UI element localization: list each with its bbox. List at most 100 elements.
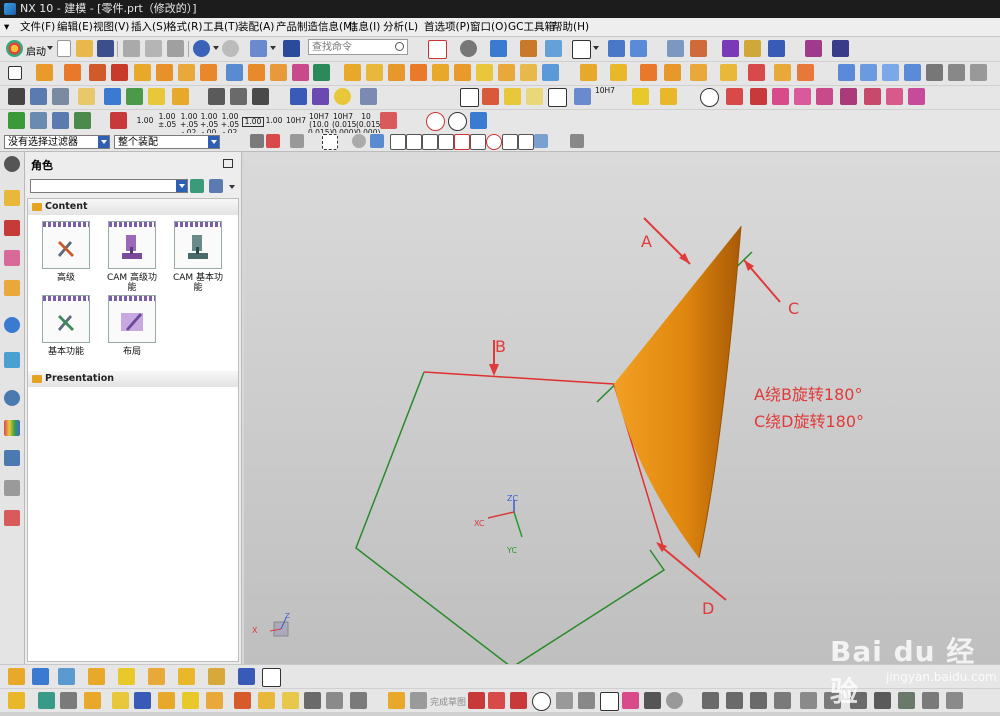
orient-view-icon[interactable] bbox=[460, 40, 477, 57]
system-materials-tab-icon[interactable] bbox=[4, 480, 20, 496]
select-all-icon[interactable] bbox=[266, 134, 280, 148]
subtract-icon[interactable] bbox=[248, 64, 265, 81]
menu-window[interactable]: 窗口(O) bbox=[470, 18, 507, 36]
revolve-icon[interactable] bbox=[64, 64, 81, 81]
start-dropdown-icon[interactable] bbox=[47, 46, 53, 50]
snap-on-face-icon[interactable] bbox=[518, 134, 534, 150]
copy-icon[interactable] bbox=[145, 40, 162, 57]
quick-trim-icon[interactable] bbox=[702, 692, 719, 709]
repeat-dropdown-icon[interactable] bbox=[270, 46, 276, 50]
section-content[interactable]: Content bbox=[28, 199, 238, 215]
quick-extend-icon[interactable] bbox=[726, 692, 743, 709]
open-folder-icon[interactable] bbox=[76, 40, 93, 57]
sketch-circle-icon[interactable] bbox=[532, 692, 551, 711]
redo-icon[interactable] bbox=[222, 40, 239, 57]
snap-intersection-icon[interactable] bbox=[438, 134, 454, 150]
sketch-arc-icon[interactable] bbox=[510, 692, 527, 709]
save-icon[interactable] bbox=[97, 40, 114, 57]
unite-icon[interactable] bbox=[226, 64, 243, 81]
delete-face-icon[interactable] bbox=[690, 64, 707, 81]
background-dropdown-icon[interactable] bbox=[593, 46, 599, 50]
swept-icon[interactable] bbox=[904, 64, 921, 81]
menu-file[interactable]: 文件(F) bbox=[20, 18, 55, 36]
layout-icon[interactable] bbox=[32, 668, 49, 685]
offset-sketch-icon[interactable] bbox=[908, 88, 925, 105]
assembly-navigator-tab-icon[interactable] bbox=[4, 220, 20, 236]
section-presentation[interactable]: Presentation bbox=[28, 371, 238, 387]
make-corner-icon[interactable] bbox=[886, 88, 903, 105]
command-search-input[interactable]: 查找命令 bbox=[308, 39, 408, 55]
menu-info[interactable]: 信息(I) bbox=[348, 18, 380, 36]
menu-preferences[interactable]: 首选项(P) bbox=[424, 18, 470, 36]
arc-icon[interactable] bbox=[750, 88, 767, 105]
pattern-curve-icon[interactable] bbox=[800, 692, 817, 709]
chevron-down-icon[interactable] bbox=[98, 136, 109, 148]
role-advanced[interactable]: 高级 bbox=[38, 221, 94, 283]
circle-slash-2-icon[interactable] bbox=[448, 112, 467, 131]
roles-combo[interactable] bbox=[30, 179, 188, 193]
part-navigator-icon[interactable] bbox=[30, 88, 47, 105]
radial-dimension-icon[interactable] bbox=[312, 88, 329, 105]
patch-icon[interactable] bbox=[610, 64, 627, 81]
balloon-icon[interactable] bbox=[632, 88, 649, 105]
snap-quadrant-icon[interactable] bbox=[486, 134, 502, 150]
menu-tools[interactable]: 工具(T) bbox=[203, 18, 239, 36]
split-body-icon[interactable] bbox=[432, 64, 449, 81]
view-icon[interactable] bbox=[8, 668, 25, 685]
mirror-curve-icon[interactable] bbox=[134, 692, 151, 709]
menu-dropdown-icon[interactable]: ▾ bbox=[4, 18, 16, 36]
tolerance-5[interactable]: 1.00 bbox=[242, 117, 264, 127]
scale-body-icon[interactable] bbox=[520, 64, 537, 81]
wireframe-icon[interactable] bbox=[118, 668, 135, 685]
ruler-icon[interactable] bbox=[832, 40, 849, 57]
role-cam-advanced[interactable]: CAM 高级功能 bbox=[104, 221, 160, 293]
replace-face-icon[interactable] bbox=[640, 64, 657, 81]
constraint-navigator-tab-icon[interactable] bbox=[4, 250, 20, 266]
spline-icon[interactable] bbox=[230, 88, 247, 105]
intersect-icon[interactable] bbox=[270, 64, 287, 81]
cylinder-icon[interactable] bbox=[156, 64, 173, 81]
dimension-icon[interactable] bbox=[805, 40, 822, 57]
offset-curve-3-icon[interactable] bbox=[774, 692, 791, 709]
curve-icon[interactable] bbox=[208, 88, 225, 105]
make-corner-2-icon[interactable] bbox=[750, 692, 767, 709]
offset-curve-2-icon[interactable] bbox=[112, 692, 129, 709]
chevron-down-icon[interactable] bbox=[208, 136, 219, 148]
snap-point-icon[interactable] bbox=[744, 40, 761, 57]
clipping-icon[interactable] bbox=[178, 668, 195, 685]
sketch-rectangle-icon[interactable] bbox=[600, 692, 619, 711]
bridge-curve-icon[interactable] bbox=[282, 692, 299, 709]
extract-icon[interactable] bbox=[84, 692, 101, 709]
resize-face-icon[interactable] bbox=[720, 64, 737, 81]
section-curve-icon[interactable] bbox=[206, 692, 223, 709]
offset-face-icon[interactable] bbox=[454, 64, 471, 81]
layer-filter-icon[interactable] bbox=[570, 134, 584, 148]
pmi-view-icon[interactable] bbox=[74, 112, 91, 129]
snap-control-icon[interactable] bbox=[422, 134, 438, 150]
undo-dropdown-icon[interactable] bbox=[213, 46, 219, 50]
web-browser-tab-icon[interactable] bbox=[4, 317, 20, 333]
roles-tab-icon[interactable] bbox=[4, 450, 20, 466]
surface-finish-icon[interactable] bbox=[526, 88, 543, 105]
check-icon[interactable] bbox=[8, 112, 25, 129]
wcs-icon[interactable] bbox=[608, 40, 625, 57]
menu-view[interactable]: 视图(V) bbox=[93, 18, 129, 36]
edit-object-display-icon[interactable] bbox=[208, 668, 225, 685]
menu-gc-toolbox[interactable]: GC工具箱 bbox=[508, 18, 555, 36]
surface-icon[interactable] bbox=[838, 64, 855, 81]
role-layout[interactable]: 布局 bbox=[104, 295, 160, 357]
shell-icon[interactable] bbox=[366, 64, 383, 81]
sketch-point-icon[interactable] bbox=[644, 692, 661, 709]
measure-angle-icon[interactable] bbox=[690, 40, 707, 57]
vertical-dimension-icon[interactable] bbox=[290, 88, 307, 105]
select-body-icon[interactable] bbox=[370, 134, 384, 148]
sketch-line-icon[interactable] bbox=[488, 692, 505, 709]
palette-icon[interactable] bbox=[4, 420, 20, 436]
triangle-icon[interactable] bbox=[460, 88, 479, 107]
sew-icon[interactable] bbox=[580, 64, 597, 81]
assembly-navigator-icon[interactable] bbox=[8, 88, 25, 105]
fit-view-icon[interactable] bbox=[428, 40, 447, 59]
polygon-icon[interactable] bbox=[700, 88, 719, 107]
new-file-icon[interactable] bbox=[57, 40, 71, 57]
sketch-fillet-icon[interactable] bbox=[556, 692, 573, 709]
